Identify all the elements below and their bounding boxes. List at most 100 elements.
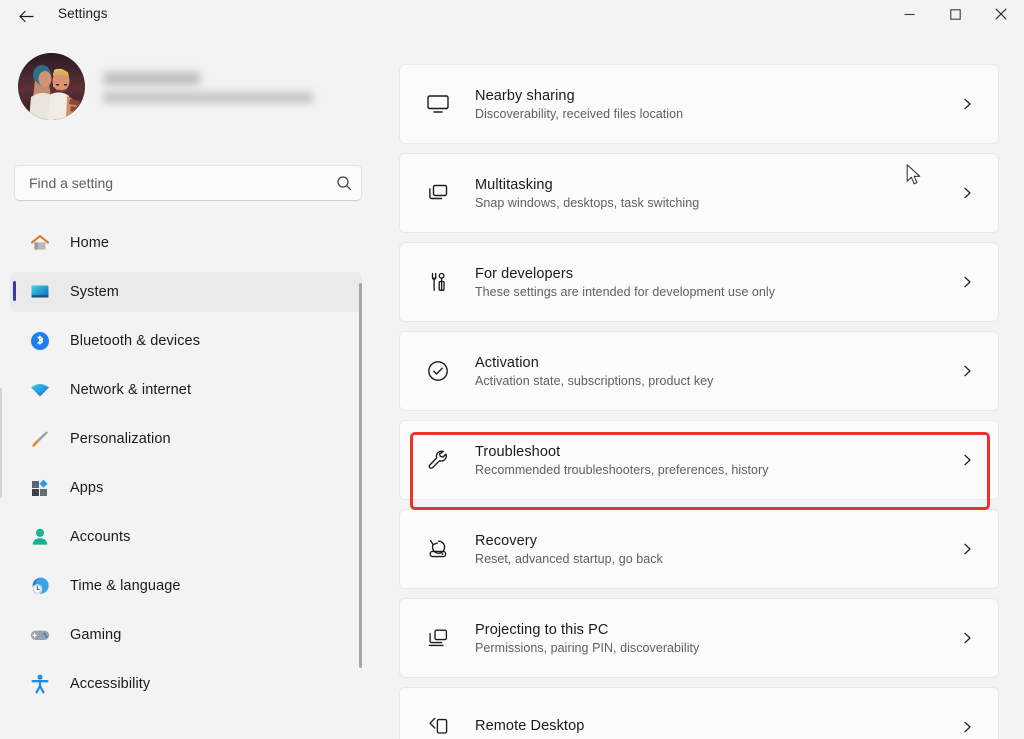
account-email-redacted [103,92,313,103]
home-icon [26,230,54,256]
account-name-redacted [103,72,200,85]
card-title: For developers [475,266,775,282]
chevron-right-icon [961,632,974,645]
paintbrush-icon [26,426,54,452]
settings-card-nearby-sharing[interactable]: Nearby sharing Discoverability, received… [399,64,999,144]
card-text: Nearby sharing Discoverability, received… [475,88,683,121]
settings-card-multitasking[interactable]: Multitasking Snap windows, desktops, tas… [399,153,999,233]
card-title: Multitasking [475,177,699,193]
minimize-button[interactable] [886,0,932,28]
search-box[interactable] [14,165,362,201]
sidebar-item-label: Bluetooth & devices [70,333,200,349]
bluetooth-icon [26,328,54,354]
settings-card-list: Nearby sharing Discoverability, received… [399,110,999,739]
remote-desktop-icon [421,710,455,739]
sidebar-item-bluetooth-devices[interactable]: Bluetooth & devices [10,321,362,361]
account-text [103,70,313,103]
chevron-right-icon [961,365,974,378]
maximize-button[interactable] [932,0,978,28]
card-text: Multitasking Snap windows, desktops, tas… [475,177,699,210]
close-icon [995,8,1007,20]
search-input[interactable] [15,175,327,191]
person-icon [26,524,54,550]
sidebar-item-accounts[interactable]: Accounts [10,517,362,557]
recovery-icon [421,532,455,566]
sidebar-item-label: System [70,284,119,300]
main-content: System Nearby sharing Discoverability, r… [372,33,1024,739]
chevron-right-icon [961,721,974,734]
settings-card-troubleshoot[interactable]: Troubleshoot Recommended troubleshooters… [399,420,999,500]
sidebar-item-time-language[interactable]: Time & language [10,566,362,606]
card-title: Activation [475,355,713,371]
sidebar-item-personalization[interactable]: Personalization [10,419,362,459]
wrench-icon [421,443,455,477]
card-text: Recovery Reset, advanced startup, go bac… [475,533,663,566]
back-arrow-icon [17,7,36,26]
card-title: Nearby sharing [475,88,683,104]
card-title: Troubleshoot [475,444,769,460]
settings-card-activation[interactable]: Activation Activation state, subscriptio… [399,331,999,411]
clock-globe-icon [26,573,54,599]
account-header[interactable] [18,53,313,120]
accessibility-icon [26,671,54,697]
chevron-right-icon [961,543,974,556]
card-text: Activation Activation state, subscriptio… [475,355,713,388]
settings-card-for-developers[interactable]: For developers These settings are intend… [399,242,999,322]
sidebar-item-apps[interactable]: Apps [10,468,362,508]
card-title: Remote Desktop [475,718,584,734]
card-subtitle: Discoverability, received files location [475,107,683,121]
settings-card-remote-desktop[interactable]: Remote Desktop [399,687,999,739]
settings-card-projecting-to-this-pc[interactable]: Projecting to this PC Permissions, pairi… [399,598,999,678]
apps-icon [26,475,54,501]
developer-tools-icon [421,265,455,299]
settings-card-recovery[interactable]: Recovery Reset, advanced startup, go bac… [399,509,999,589]
sidebar-item-system[interactable]: System [10,272,362,312]
avatar-image [18,53,85,120]
minimize-icon [904,9,915,20]
card-subtitle: Recommended troubleshooters, preferences… [475,463,769,477]
card-text: Troubleshoot Recommended troubleshooters… [475,444,769,477]
sidebar-item-label: Home [70,235,109,251]
window-controls [886,0,1024,28]
card-subtitle: Snap windows, desktops, task switching [475,196,699,210]
check-circle-icon [421,354,455,388]
card-subtitle: Permissions, pairing PIN, discoverabilit… [475,641,699,655]
chevron-right-icon [961,276,974,289]
sidebar-item-label: Accessibility [70,676,150,692]
close-button[interactable] [978,0,1024,28]
sidebar-item-network-internet[interactable]: Network & internet [10,370,362,410]
back-button[interactable] [13,3,39,29]
sidebar-item-accessibility[interactable]: Accessibility [10,664,362,704]
card-subtitle: These settings are intended for developm… [475,285,775,299]
magnifier-glyph [336,175,352,191]
projecting-icon [421,621,455,655]
sidebar-nav: Home System [0,223,372,713]
card-text: Projecting to this PC Permissions, pairi… [475,622,699,655]
sidebar: Home System [0,33,372,739]
card-subtitle: Activation state, subscriptions, product… [475,374,713,388]
system-icon [26,279,54,305]
sidebar-item-label: Personalization [70,431,171,447]
sidebar-scrollbar[interactable] [359,283,362,668]
chevron-right-icon [961,98,974,111]
app-title: Settings [58,6,108,21]
chevron-right-icon [961,454,974,467]
search-icon[interactable] [327,175,361,191]
card-title: Projecting to this PC [475,622,699,638]
nearby-share-icon [421,87,455,121]
card-subtitle: Reset, advanced startup, go back [475,552,663,566]
wifi-icon [26,377,54,403]
title-bar: Settings [0,0,1024,33]
avatar [18,53,85,120]
sidebar-item-gaming[interactable]: Gaming [10,615,362,655]
chevron-right-icon [961,187,974,200]
card-text: For developers These settings are intend… [475,266,775,299]
multitasking-icon [421,176,455,210]
card-text: Remote Desktop [475,718,584,737]
sidebar-item-label: Gaming [70,627,121,643]
sidebar-item-home[interactable]: Home [10,223,362,263]
sidebar-item-label: Time & language [70,578,181,594]
gamepad-icon [26,622,54,648]
maximize-icon [950,9,961,20]
sidebar-item-label: Accounts [70,529,130,545]
